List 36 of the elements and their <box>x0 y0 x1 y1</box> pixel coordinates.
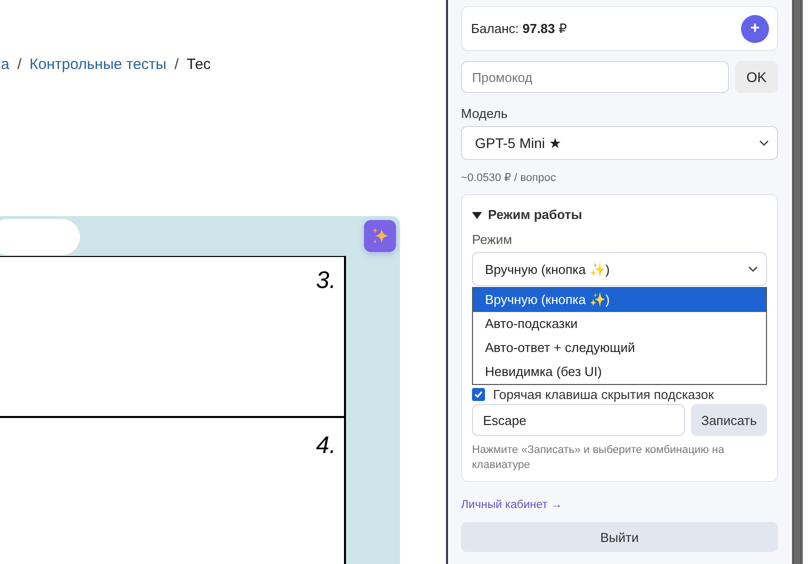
dropdown-option[interactable]: Авто-подсказки <box>473 312 766 336</box>
logout-button[interactable]: Выйти <box>461 522 778 552</box>
checkbox-label: Горячая клавиша скрытия подсказок <box>493 386 714 402</box>
breadcrumb-separator: / <box>174 56 179 73</box>
triangle-icon <box>472 210 482 220</box>
model-select[interactable]: GPT-5 Mini ★ <box>461 126 778 160</box>
model-label: Модель <box>461 106 509 121</box>
breadcrumb-link[interactable]: а <box>1 56 10 73</box>
dropdown-option[interactable]: Авто-ответ + следующий <box>473 336 766 360</box>
add-funds-button[interactable]: + <box>741 14 769 42</box>
dropdown-option[interactable]: Невидимка (без UI) <box>473 360 766 384</box>
promo-code-field[interactable]: Промокод <box>461 61 729 93</box>
hint-text: Нажмите «Записать» и выберите комбинацию на клавиатуре <box>472 443 726 473</box>
record-button[interactable]: Записать <box>691 404 767 436</box>
section-toggle[interactable]: Режим работы <box>472 207 767 222</box>
chevron-icon <box>748 266 758 272</box>
breadcrumb-current: Тес <box>186 56 211 73</box>
select-value: GPT-5 Mini ★ <box>475 134 562 152</box>
account-link[interactable]: Личный кабинет → <box>461 499 562 511</box>
breadcrumb-link[interactable]: Контрольные тесты <box>30 56 166 73</box>
breadcrumb-separator: / <box>17 56 22 73</box>
balance-text: Баланс: 97.83 ₽ <box>471 20 567 36</box>
cost-text: ~0.0530 ₽ / вопрос <box>461 171 557 184</box>
select-value: Вручную (кнопка ✨) <box>485 262 610 276</box>
dropdown-option[interactable]: Вручную (кнопка ✨) <box>473 288 766 312</box>
question-number: 4. <box>316 431 336 460</box>
mode-select[interactable]: Вручную (кнопка ✨) <box>472 252 767 286</box>
question-number: 3. <box>316 266 336 295</box>
sparkle-icon <box>370 226 390 246</box>
scrollbar[interactable] <box>792 0 802 564</box>
chevron-icon <box>759 140 769 146</box>
magic-button[interactable] <box>364 220 396 252</box>
checkbox[interactable] <box>472 388 485 400</box>
mode-label: Режим <box>472 232 514 247</box>
hotkey-field[interactable]: Escape <box>472 404 685 436</box>
ok-button[interactable]: OK <box>735 61 778 93</box>
